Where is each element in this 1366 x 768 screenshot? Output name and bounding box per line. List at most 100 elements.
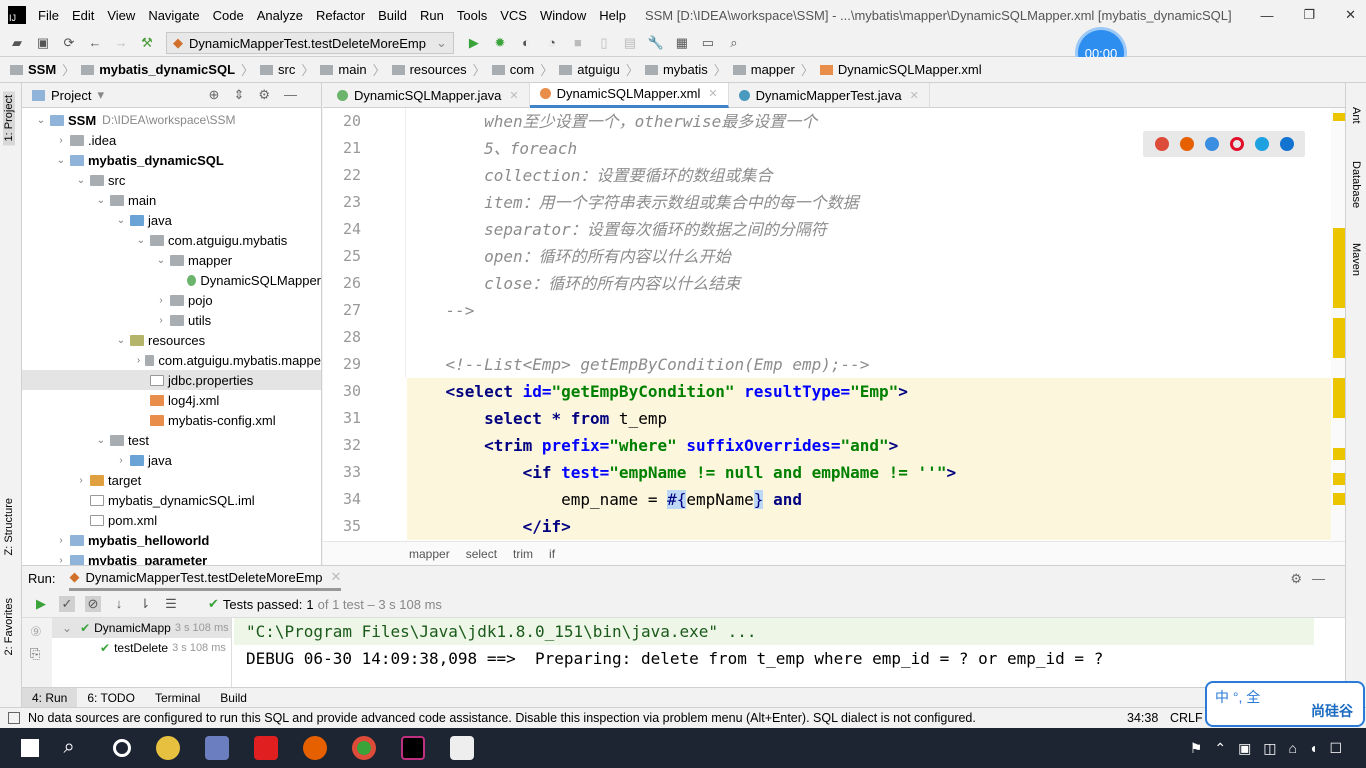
safari-icon[interactable] xyxy=(1204,137,1219,151)
breadcrumb-item[interactable]: SSM 〉 xyxy=(10,60,75,79)
editor-breadcrumb-item[interactable]: select xyxy=(466,547,497,561)
tree-item[interactable]: ⌄ src xyxy=(22,170,321,190)
windows-start-icon[interactable] xyxy=(20,739,39,757)
ime-widget[interactable]: 中 °, 全 尚硅谷 xyxy=(1205,681,1365,727)
breadcrumb-item[interactable]: src 〉 xyxy=(260,60,314,79)
tree-item[interactable]: ⌄ test xyxy=(22,430,321,450)
chevron-down-icon[interactable]: ⌄ xyxy=(34,115,48,126)
breadcrumb-item[interactable]: mybatis 〉 xyxy=(644,60,727,79)
menu-vcs[interactable]: VCS xyxy=(500,8,527,23)
update-icon[interactable]: ▤ xyxy=(622,35,638,51)
forward-icon[interactable]: → xyxy=(113,35,129,51)
editor-scrollbar[interactable] xyxy=(1331,108,1345,541)
coverage-icon[interactable]: ◐ xyxy=(518,35,534,51)
bottom-tab[interactable]: 4: Run xyxy=(22,687,78,708)
menu-analyze[interactable]: Analyze xyxy=(257,8,303,23)
caret-position[interactable]: 34:38 xyxy=(1127,711,1158,725)
run-config-select[interactable]: ◆ DynamicMapperTest.testDeleteMoreEmp ⌄ xyxy=(166,32,454,54)
line-number[interactable]: 35 xyxy=(323,513,361,540)
editor-breadcrumb-item[interactable]: mapper xyxy=(409,547,450,561)
project-title[interactable]: Project xyxy=(51,88,91,103)
breadcrumb-item[interactable]: DynamicSQLMapper.xml xyxy=(819,62,982,77)
line-number[interactable]: 20 xyxy=(323,108,361,135)
open-icon[interactable]: ▰ xyxy=(9,35,25,51)
breadcrumb-item[interactable]: mybatis_dynamicSQL 〉 xyxy=(81,60,254,79)
sort-duration-icon[interactable]: ⇂ xyxy=(137,596,153,612)
breadcrumb-item[interactable]: atguigu 〉 xyxy=(559,60,639,79)
chevron-down-icon[interactable]: ⌄ xyxy=(154,255,168,266)
line-number[interactable]: 25 xyxy=(323,243,361,270)
editor-tab[interactable]: DynamicSQLMapper.xml ✕ xyxy=(529,82,729,108)
chevron-down-icon[interactable]: ⌄ xyxy=(54,155,68,166)
tree-item[interactable]: ⌄ java xyxy=(22,210,321,230)
profile-icon[interactable]: ◔ xyxy=(544,35,560,51)
close-tab-icon[interactable]: ✕ xyxy=(910,89,919,102)
tree-item[interactable]: › utils xyxy=(22,310,321,330)
terminal-icon[interactable]: ▭ xyxy=(700,35,716,51)
typora-icon[interactable] xyxy=(449,736,474,760)
stop-icon[interactable]: ■ xyxy=(570,35,586,51)
ie-icon[interactable] xyxy=(1254,137,1269,151)
line-number[interactable]: 23 xyxy=(323,189,361,216)
bottom-tab[interactable]: Build xyxy=(210,688,257,708)
close-button[interactable]: ✕ xyxy=(1345,7,1356,23)
breadcrumb-item[interactable]: main 〉 xyxy=(320,60,386,79)
tree-item[interactable]: ⌄ main xyxy=(22,190,321,210)
firefox-icon[interactable] xyxy=(302,736,327,760)
debug-icon[interactable]: ✹ xyxy=(492,35,508,51)
line-number[interactable]: 31 xyxy=(323,405,361,432)
line-number[interactable]: 22 xyxy=(323,162,361,189)
expand-icon[interactable]: ☰ xyxy=(163,596,179,612)
run-icon[interactable]: ▶ xyxy=(466,35,482,51)
tab-structure[interactable]: Z: Structure xyxy=(3,498,15,555)
menu-tools[interactable]: Tools xyxy=(457,8,487,23)
save-icon[interactable]: ▣ xyxy=(35,35,51,51)
chevron-right-icon[interactable]: › xyxy=(114,455,128,466)
chevron-down-icon[interactable]: ⌄ xyxy=(134,235,148,246)
app-icon[interactable] xyxy=(155,736,180,760)
menu-edit[interactable]: Edit xyxy=(72,8,94,23)
maximize-button[interactable]: ❐ xyxy=(1303,7,1315,23)
tree-item[interactable]: › target xyxy=(22,470,321,490)
line-number[interactable]: 27 xyxy=(323,297,361,324)
tree-item[interactable]: › mybatis_helloworld xyxy=(22,530,321,550)
code-area[interactable]: 20 when至少设置一个，otherwise最多设置一个 21 5、foreac… xyxy=(323,108,1345,541)
opera-icon[interactable] xyxy=(1229,137,1244,151)
chevron-right-icon[interactable]: › xyxy=(54,135,68,146)
chevron-right-icon[interactable]: › xyxy=(54,535,68,546)
chevron-right-icon[interactable]: › xyxy=(74,475,88,486)
tree-item[interactable]: › .idea xyxy=(22,130,321,150)
close-tab-icon[interactable]: ✕ xyxy=(708,87,717,100)
show-ignored-icon[interactable]: ⊘ xyxy=(85,596,101,612)
tree-item[interactable]: ⌄ mybatis_dynamicSQL xyxy=(22,150,321,170)
tree-item[interactable]: › com.atguigu.mybatis.mappe xyxy=(22,350,321,370)
chevron-right-icon[interactable]: › xyxy=(54,555,68,566)
minimize-button[interactable]: — xyxy=(1260,8,1273,23)
tree-item[interactable]: ⌄ mapper xyxy=(22,250,321,270)
chevron-down-icon[interactable]: ⌄ xyxy=(114,215,128,226)
tree-item[interactable]: mybatis_dynamicSQL.iml xyxy=(22,490,321,510)
show-passed-icon[interactable]: ✓ xyxy=(59,596,75,612)
tree-item[interactable]: pom.xml xyxy=(22,510,321,530)
chevron-right-icon[interactable]: › xyxy=(154,315,168,326)
mysql-icon[interactable] xyxy=(204,736,229,760)
edge-icon[interactable] xyxy=(1279,137,1294,151)
tree-item[interactable]: ⌄ com.atguigu.mybatis xyxy=(22,230,321,250)
breadcrumb-item[interactable]: mapper 〉 xyxy=(732,60,814,79)
editor-breadcrumb-item[interactable]: trim xyxy=(513,547,533,561)
line-number[interactable]: 32 xyxy=(323,432,361,459)
attach-icon[interactable]: ▯ xyxy=(596,35,612,51)
editor-tab[interactable]: DynamicMapperTest.java ✕ xyxy=(729,82,930,108)
search-icon[interactable]: ⌕ xyxy=(726,35,742,51)
chevron-right-icon[interactable]: › xyxy=(154,295,168,306)
bottom-tab[interactable]: Terminal xyxy=(145,688,210,708)
menu-build[interactable]: Build xyxy=(378,8,407,23)
breadcrumb-item[interactable]: com 〉 xyxy=(491,60,553,79)
bottom-tab[interactable]: 6: TODO xyxy=(77,688,145,708)
chevron-down-icon[interactable]: ⌄ xyxy=(114,335,128,346)
youdao-icon[interactable] xyxy=(253,736,278,760)
search-icon[interactable]: ⌕ xyxy=(64,736,88,760)
build-hammer-icon[interactable]: ⚒ xyxy=(139,35,155,51)
tab-ant[interactable]: Ant xyxy=(1350,107,1362,124)
menu-code[interactable]: Code xyxy=(213,8,244,23)
